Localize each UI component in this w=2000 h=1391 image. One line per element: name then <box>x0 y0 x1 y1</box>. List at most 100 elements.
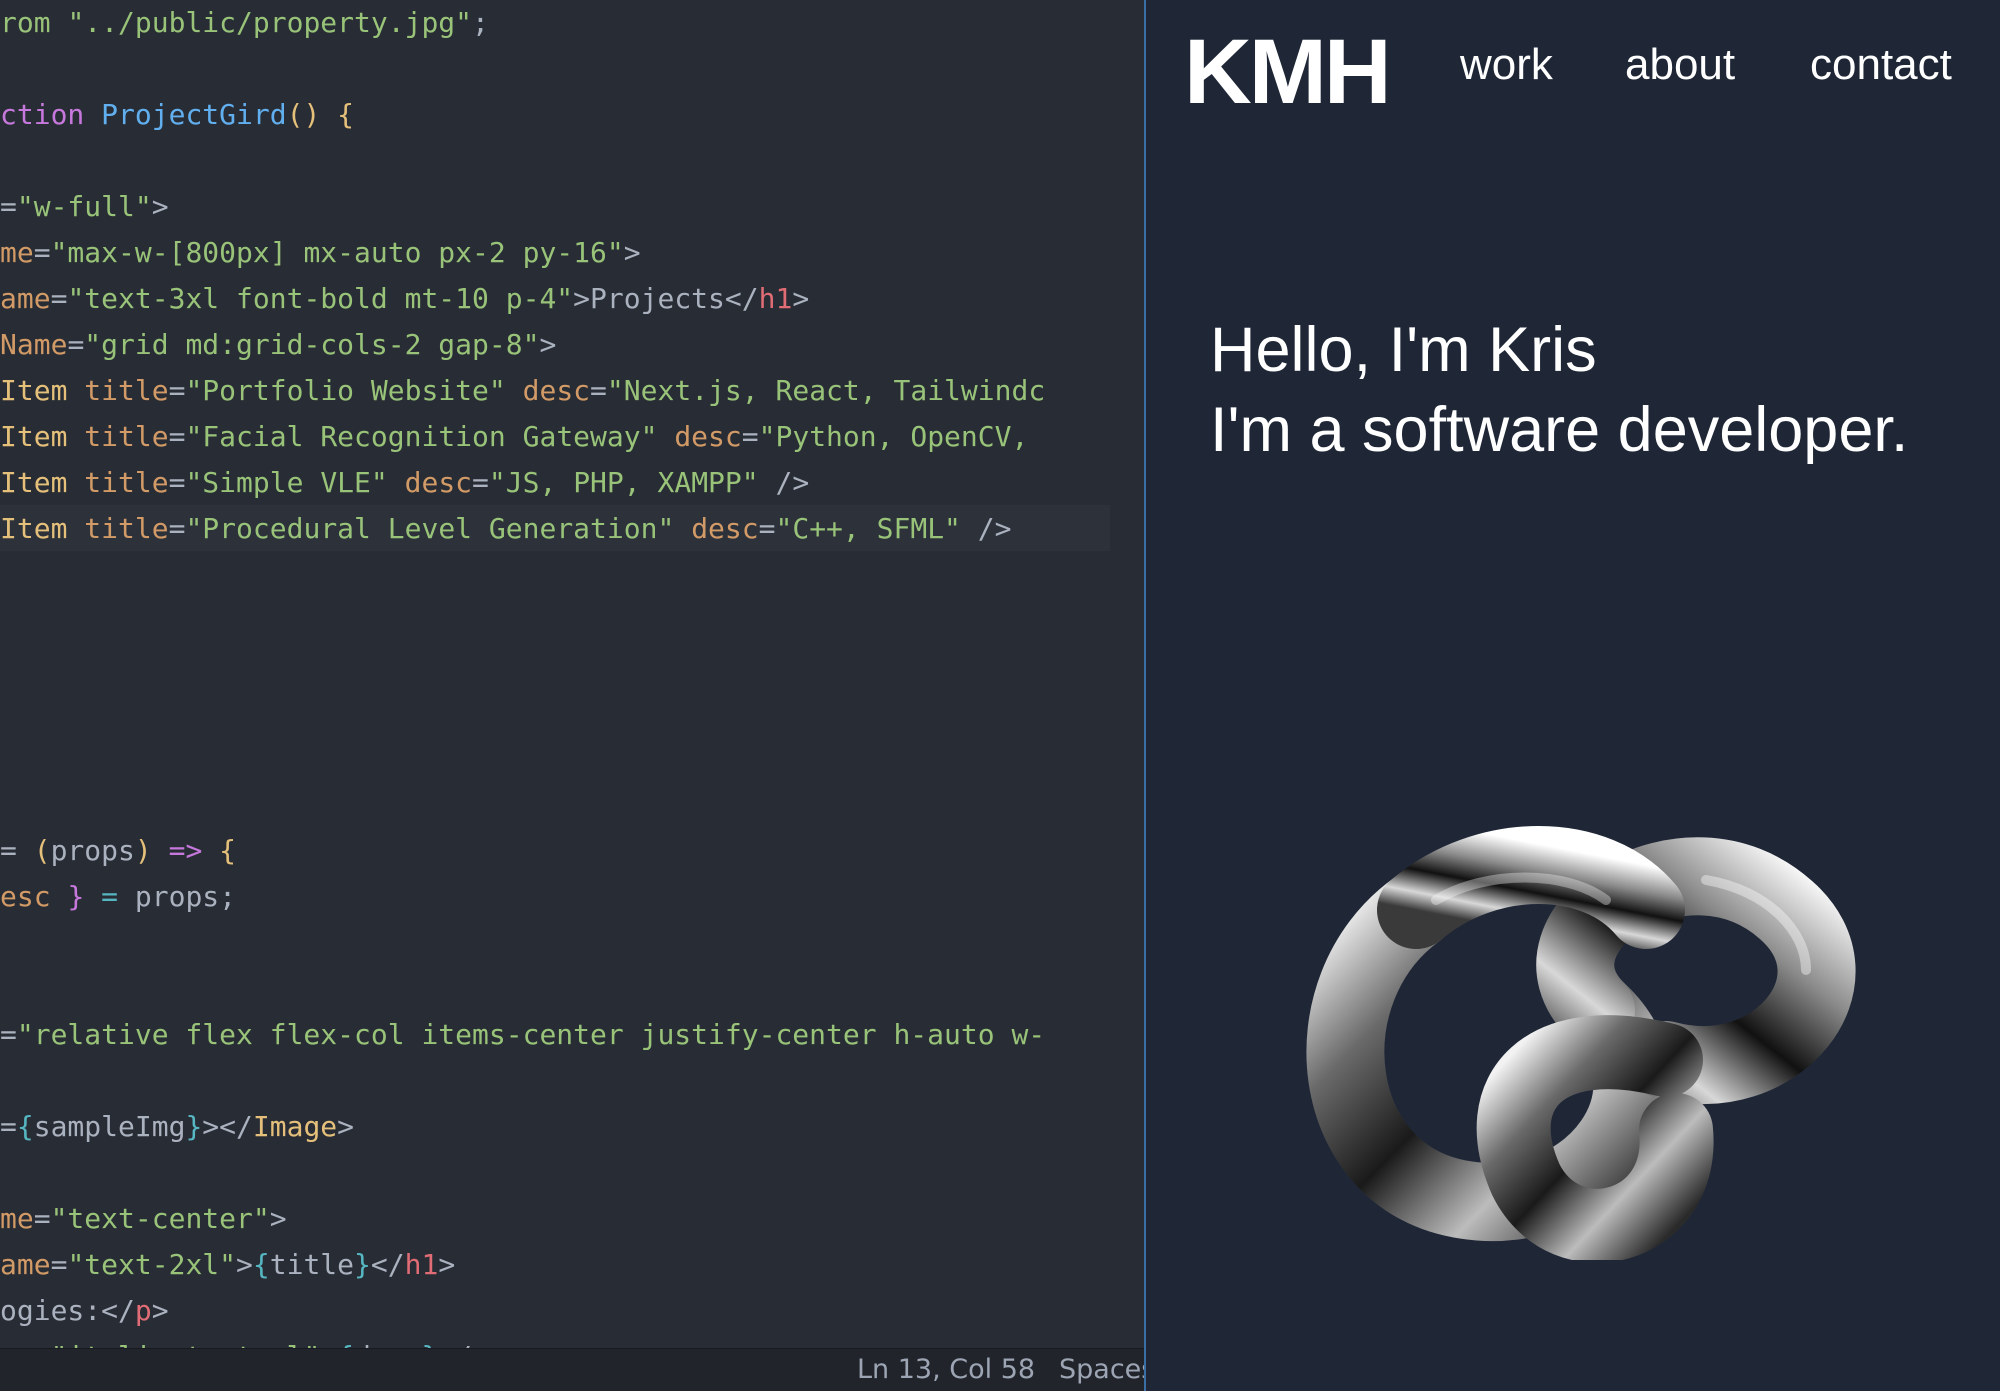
code-token: = <box>590 374 607 407</box>
code-token: = <box>34 1340 51 1348</box>
code-token: = <box>101 880 119 913</box>
code-line[interactable]: ame="text-3xl font-bold mt-10 p-4">Proje… <box>0 276 809 322</box>
code-token: => <box>168 834 203 867</box>
code-line[interactable]: Item title="Facial Recognition Gateway" … <box>0 414 1028 460</box>
code-token: "Python, OpenCV, <box>758 420 1029 453</box>
code-line[interactable]: ogies:</p> <box>0 1288 169 1334</box>
nav-about-link[interactable]: about <box>1625 38 1735 92</box>
code-token: ProjectGird <box>101 98 287 131</box>
code-line[interactable]: ame="text-2xl">{title}</h1> <box>0 1242 455 1288</box>
code-token: title <box>84 512 169 545</box>
code-token: "Simple VLE" <box>185 466 388 499</box>
browser-preview: KMH work about contact Hello, I'm Kris I… <box>1146 0 2000 1391</box>
code-token: ; <box>472 6 489 39</box>
code-token: title <box>84 420 169 453</box>
code-token: </ <box>370 1248 405 1281</box>
code-token: ></ <box>202 1110 253 1143</box>
code-token: = <box>741 420 759 453</box>
code-area[interactable]: rom "../public/property.jpg"; ction Proje… <box>0 0 1144 1348</box>
code-line[interactable]: Name="grid md:grid-cols-2 gap-8"> <box>0 322 556 368</box>
code-token: p <box>134 1294 152 1327</box>
cursor-position[interactable]: Ln 13, Col 58 <box>857 1353 1035 1387</box>
code-token: "max-w-[800px] mx-auto px-2 py-16" <box>50 236 624 269</box>
code-token: desc <box>354 1340 421 1348</box>
code-line[interactable]: me="text-center"> <box>0 1196 287 1242</box>
code-token: esc <box>0 880 51 913</box>
code-token: > <box>438 1248 456 1281</box>
code-token: > <box>320 1340 337 1348</box>
code-token: = <box>50 1248 68 1281</box>
code-line[interactable]: me="max-w-[800px] mx-auto px-2 py-16"> <box>0 230 641 276</box>
code-line[interactable]: me="italic text-xl">{desc}</p> <box>0 1334 506 1348</box>
code-token: = <box>168 420 186 453</box>
code-line[interactable]: esc } = props; <box>0 874 236 920</box>
code-token: = <box>33 236 51 269</box>
code-token: props; <box>118 880 237 913</box>
nav-contact-link[interactable]: contact <box>1810 38 1952 92</box>
code-line[interactable]: Item title="Procedural Level Generation"… <box>0 506 1012 552</box>
code-token: "Next.js, React, Tailwindc <box>606 374 1046 407</box>
code-token: { <box>219 834 237 867</box>
code-token: } <box>354 1248 371 1281</box>
code-token: Item <box>0 420 68 453</box>
code-line[interactable]: = (props) => { <box>0 828 236 874</box>
code-token: = <box>0 1018 17 1051</box>
code-token: >Projects</ <box>573 282 759 315</box>
code-line[interactable]: Item title="Portfolio Website" desc="Nex… <box>0 368 1045 414</box>
code-line[interactable]: ="relative flex flex-col items-center ju… <box>0 1012 1045 1058</box>
code-line[interactable]: ction ProjectGird() { <box>0 92 354 138</box>
code-line[interactable]: Item title="Simple VLE" desc="JS, PHP, X… <box>0 460 809 506</box>
status-bar: Ln 13, Col 58 Spaces <box>0 1348 1144 1391</box>
code-token: = <box>168 374 186 407</box>
code-line[interactable]: ="w-full"> <box>0 184 169 230</box>
code-token: = <box>0 834 34 867</box>
code-token: desc <box>404 466 473 499</box>
code-token: h1 <box>758 282 793 315</box>
code-token: desc <box>691 512 759 545</box>
code-token: ame <box>0 282 51 315</box>
code-token: "italic text-xl" <box>51 1340 321 1348</box>
code-token: Name <box>0 328 68 361</box>
indentation-setting[interactable]: Spaces <box>1059 1353 1144 1387</box>
code-token: } <box>421 1340 438 1348</box>
code-token: = <box>0 1110 17 1143</box>
nav-work-link[interactable]: work <box>1460 38 1553 92</box>
code-line[interactable]: ={sampleImg}></Image> <box>0 1104 354 1150</box>
torus-knot-3d-render <box>1306 826 1856 1260</box>
code-token: rom <box>0 6 51 39</box>
code-token: desc <box>522 374 591 407</box>
code-token: > <box>151 1294 169 1327</box>
code-token: title <box>84 374 169 407</box>
code-line[interactable]: rom "../public/property.jpg"; <box>0 0 489 46</box>
code-token: Image <box>252 1110 338 1143</box>
hero-greeting: Hello, I'm Kris <box>1210 315 1597 385</box>
code-token: > <box>151 190 169 223</box>
code-editor[interactable]: rom "../public/property.jpg"; ction Proje… <box>0 0 1144 1391</box>
code-token: h1 <box>404 1248 439 1281</box>
code-token: { <box>337 98 355 131</box>
code-token: Item <box>0 374 68 407</box>
code-token: "Procedural Level Generation" <box>185 512 675 545</box>
code-token: > <box>489 1340 506 1348</box>
code-token: p <box>472 1340 489 1348</box>
code-token: > <box>337 1110 355 1143</box>
code-token: Item <box>0 466 68 499</box>
site-logo[interactable]: KMH <box>1184 26 1392 118</box>
code-token: () <box>286 98 321 131</box>
code-token: ( <box>33 834 51 867</box>
code-token: > <box>792 282 810 315</box>
code-token: > <box>236 1248 253 1281</box>
